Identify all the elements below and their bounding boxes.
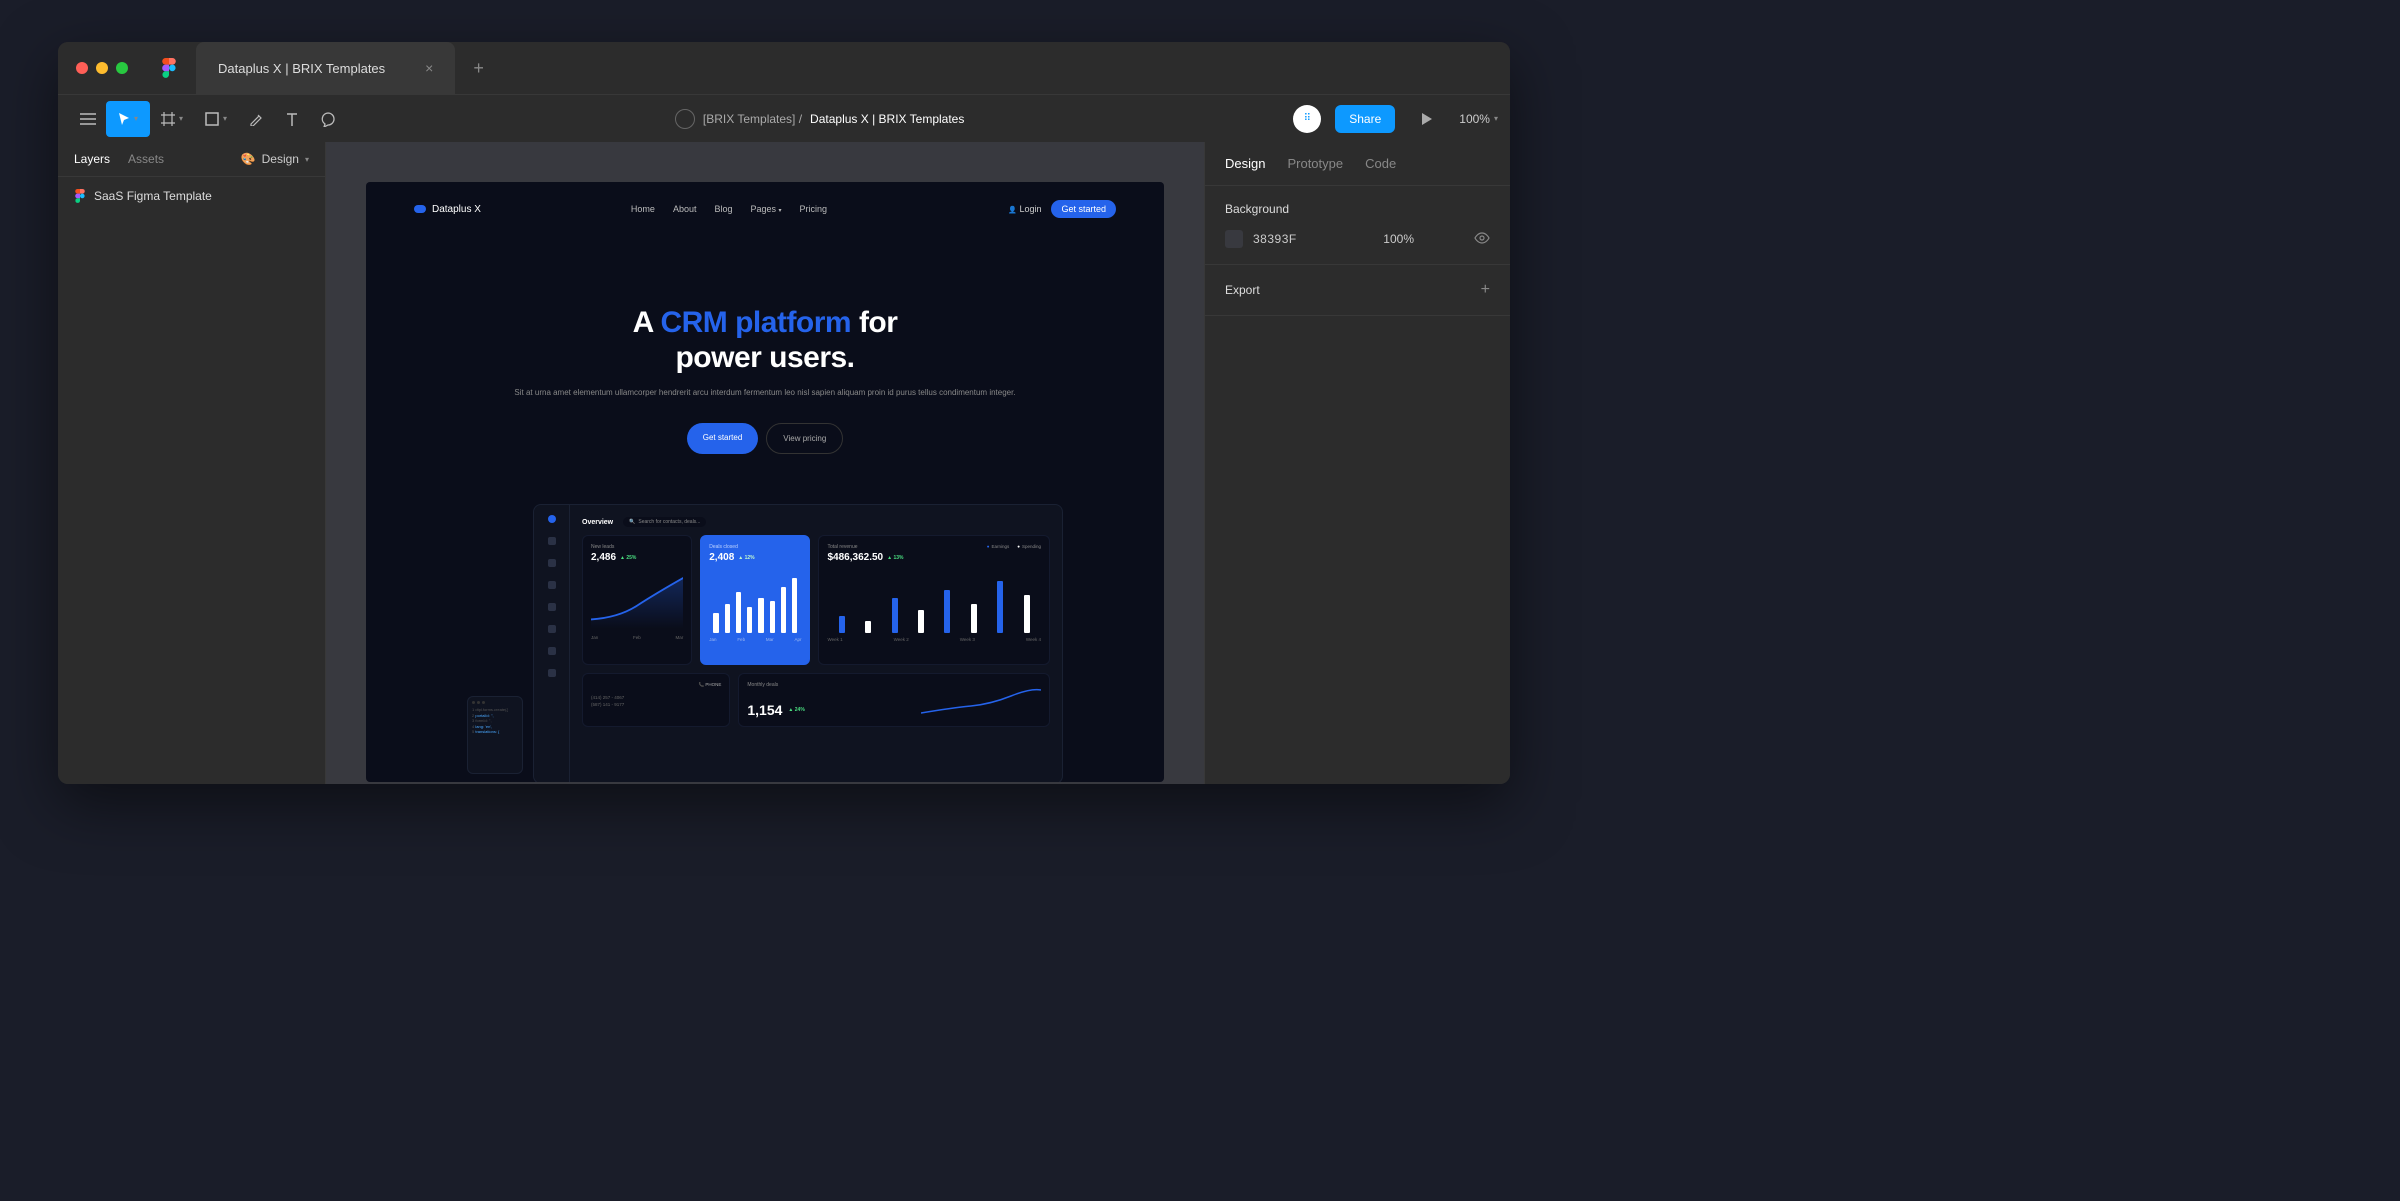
code-card: 1 dtpl.forms.create({ 2 portalId: '', 3 … [467, 696, 523, 774]
cta-button: Get started [1051, 200, 1116, 218]
hero: A CRM platform forpower users. Sit at ur… [366, 236, 1164, 474]
mail-icon [548, 625, 556, 633]
dashboard-grid: New leads 2,486▲ 25% JanFebMar Deals [582, 535, 1050, 665]
funnel-icon [548, 603, 556, 611]
bg-opacity-value[interactable]: 100% [1383, 232, 1414, 246]
toolbar-right: ⠿ Share 100%▾ [1293, 101, 1498, 137]
minimize-window-icon[interactable] [96, 62, 108, 74]
hero-buttons: Get started View pricing [466, 423, 1064, 454]
maximize-window-icon[interactable] [116, 62, 128, 74]
move-tool[interactable] [106, 101, 150, 137]
palette-icon: 🎨 [241, 152, 256, 166]
login-link: 👤 Login [1008, 204, 1041, 214]
layers-panel: Layers Assets 🎨 Design ▾ SaaS Figma Temp… [58, 142, 326, 784]
cloud-icon [414, 205, 426, 213]
dashboard-preview: 1 dtpl.forms.create({ 2 portalId: '', 3 … [366, 504, 1164, 782]
card-phone: 📞 PHONE (414) 257 - 4067(587) 141 - 9177 [582, 673, 730, 727]
nav-pricing: Pricing [800, 204, 828, 214]
tab-code[interactable]: Code [1365, 156, 1396, 171]
color-swatch[interactable] [1225, 230, 1243, 248]
dashboard-row2: 📞 PHONE (414) 257 - 4067(587) 141 - 9177… [582, 673, 1050, 727]
toolbar: [BRIX Templates] / Dataplus X | BRIX Tem… [58, 94, 1510, 142]
breadcrumb-prefix: [BRIX Templates] / [703, 112, 802, 126]
main: Layers Assets 🎨 Design ▾ SaaS Figma Temp… [58, 142, 1510, 784]
page-selector[interactable]: 🎨 Design ▾ [241, 152, 309, 166]
hero-subtitle: Sit at urna amet elementum ullamcorper h… [466, 387, 1064, 399]
revenue-bar-chart [827, 575, 1041, 633]
shape-tool[interactable] [194, 101, 238, 137]
add-export-icon[interactable]: + [1481, 281, 1490, 299]
close-tab-icon[interactable]: × [425, 60, 433, 76]
nav-pages: Pages ▾ [750, 204, 781, 214]
user-icon [548, 559, 556, 567]
site-actions: 👤 Login Get started [1008, 200, 1116, 218]
site-nav: Dataplus X Home About Blog Pages ▾ Prici… [366, 182, 1164, 236]
text-tool[interactable] [274, 101, 310, 137]
card-revenue: Total revenue $486,362.50▲ 13% EarningsS… [818, 535, 1050, 665]
logo-icon [548, 515, 556, 523]
background-section: Background 38393F 100% [1205, 186, 1510, 265]
hero-title: A CRM platform forpower users. [466, 306, 1064, 375]
layer-item[interactable]: SaaS Figma Template [58, 183, 325, 209]
chevron-down-icon: ▾ [305, 155, 309, 164]
titlebar: Dataplus X | BRIX Templates × + [58, 42, 1510, 94]
hero-secondary-button: View pricing [766, 423, 843, 454]
gear-icon [548, 669, 556, 677]
export-label: Export [1225, 283, 1260, 297]
bg-hex-value[interactable]: 38393F [1253, 232, 1297, 246]
inspector-tabs: Design Prototype Code [1205, 142, 1510, 186]
background-color-row[interactable]: 38393F 100% [1225, 230, 1490, 248]
tab-design[interactable]: Design [1225, 156, 1265, 171]
card-deals-closed: Deals closed 2,408▲ 12% JanFebMarApr [700, 535, 810, 665]
frame-tool[interactable] [150, 101, 194, 137]
send-icon [548, 647, 556, 655]
owner-avatar-icon [675, 109, 695, 129]
nav-blog: Blog [714, 204, 732, 214]
canvas[interactable]: Dataplus X Home About Blog Pages ▾ Prici… [326, 142, 1204, 784]
chevron-down-icon: ▾ [779, 208, 782, 214]
visibility-toggle-icon[interactable] [1474, 232, 1490, 247]
search-icon: 🔍 [629, 519, 635, 525]
layers-tab[interactable]: Layers [74, 152, 110, 166]
menu-icon[interactable] [70, 101, 106, 137]
dashboard-sidebar [534, 505, 570, 782]
assets-tab[interactable]: Assets [128, 152, 164, 166]
zoom-control[interactable]: 100%▾ [1459, 112, 1498, 126]
nav-about: About [673, 204, 697, 214]
pen-tool[interactable] [238, 101, 274, 137]
tab-prototype[interactable]: Prototype [1287, 156, 1343, 171]
comment-tool[interactable] [310, 101, 346, 137]
user-avatar[interactable]: ⠿ [1293, 105, 1321, 133]
card-new-leads: New leads 2,486▲ 25% JanFebMar [582, 535, 692, 665]
share-button[interactable]: Share [1335, 105, 1395, 133]
panel-tabs: Layers Assets 🎨 Design ▾ [58, 142, 325, 176]
export-section: Export + [1205, 265, 1510, 316]
breadcrumb[interactable]: [BRIX Templates] / Dataplus X | BRIX Tem… [346, 109, 1293, 129]
deals-bar-chart [709, 575, 801, 633]
figma-file-icon [74, 189, 86, 203]
dashboard-search: 🔍Search for contacts, deals... [623, 517, 706, 527]
leads-line-chart [591, 571, 683, 631]
close-window-icon[interactable] [76, 62, 88, 74]
card-monthly-deals: Monthly deals 1,154▲ 24% [738, 673, 1050, 727]
chart-icon [548, 581, 556, 589]
figma-app: Dataplus X | BRIX Templates × + [BRIX Te… [58, 42, 1510, 784]
dashboard-main: Overview 🔍Search for contacts, deals... … [570, 505, 1062, 782]
site-logo: Dataplus X [414, 204, 481, 215]
dashboard-header: Overview 🔍Search for contacts, deals... [582, 517, 1050, 527]
hero-primary-button: Get started [687, 423, 759, 454]
document-tab[interactable]: Dataplus X | BRIX Templates × [196, 42, 455, 94]
breadcrumb-title: Dataplus X | BRIX Templates [810, 112, 964, 126]
dashboard: Overview 🔍Search for contacts, deals... … [533, 504, 1063, 782]
nav-home: Home [631, 204, 655, 214]
grid-icon [548, 537, 556, 545]
add-tab-icon[interactable]: + [473, 58, 484, 79]
traffic-lights [76, 62, 128, 74]
figma-logo-icon [162, 58, 176, 78]
artboard[interactable]: Dataplus X Home About Blog Pages ▾ Prici… [366, 182, 1164, 782]
site-menu: Home About Blog Pages ▾ Pricing [631, 204, 827, 214]
present-icon[interactable] [1409, 101, 1445, 137]
inspector-panel: Design Prototype Code Background 38393F … [1204, 142, 1510, 784]
tab-title: Dataplus X | BRIX Templates [218, 61, 385, 76]
